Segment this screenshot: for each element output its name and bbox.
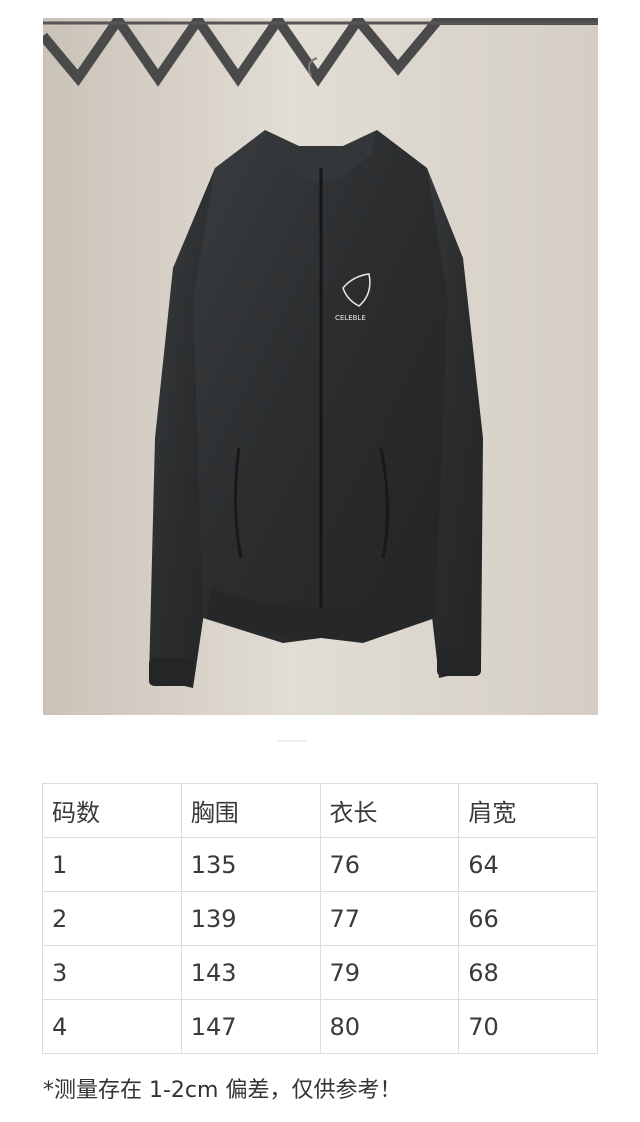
table-row: 4 147 80 70 xyxy=(42,999,598,1054)
table-cell: 64 xyxy=(458,837,598,892)
product-photo: CELEBLE xyxy=(43,18,598,715)
table-cell: 68 xyxy=(458,945,598,1000)
measurement-note: *测量存在 1-2cm 偏差，仅供参考！ xyxy=(43,1078,402,1103)
table-cell: 76 xyxy=(319,837,460,892)
table-cell: 143 xyxy=(180,945,321,1000)
table-cell: 139 xyxy=(180,891,321,946)
header-cell: 码数 xyxy=(42,783,182,838)
header-cell: 肩宽 xyxy=(458,783,598,838)
table-cell: 147 xyxy=(180,999,321,1054)
table-cell: 80 xyxy=(319,999,460,1054)
table-cell: 135 xyxy=(180,837,321,892)
size-table: 码数 胸围 衣长 肩宽 1 135 76 64 2 139 77 66 3 14… xyxy=(42,783,598,1054)
table-cell: 77 xyxy=(319,891,460,946)
jacket-illustration: CELEBLE xyxy=(43,18,598,715)
table-cell: 4 xyxy=(42,999,182,1054)
table-cell: 79 xyxy=(319,945,460,1000)
header-cell: 胸围 xyxy=(180,783,321,838)
table-cell: 66 xyxy=(458,891,598,946)
divider xyxy=(278,740,306,742)
left-cuff xyxy=(149,658,193,686)
header-cell: 衣长 xyxy=(319,783,460,838)
table-row: 2 139 77 66 xyxy=(42,891,598,946)
table-cell: 70 xyxy=(458,999,598,1054)
table-header-row: 码数 胸围 衣长 肩宽 xyxy=(42,783,598,838)
table-cell: 1 xyxy=(42,837,182,892)
table-cell: 2 xyxy=(42,891,182,946)
table-cell: 3 xyxy=(42,945,182,1000)
table-row: 1 135 76 64 xyxy=(42,837,598,892)
svg-text:CELEBLE: CELEBLE xyxy=(335,314,366,322)
table-row: 3 143 79 68 xyxy=(42,945,598,1000)
right-cuff xyxy=(437,648,481,676)
